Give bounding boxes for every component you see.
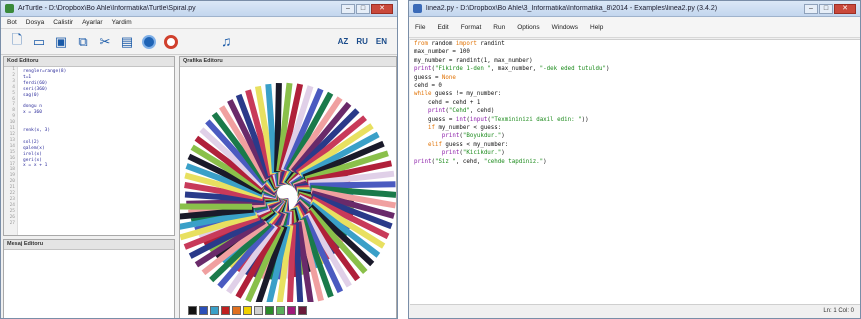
maximize-button[interactable]: □	[819, 3, 833, 14]
menu-item-edit[interactable]: Edit	[437, 24, 448, 31]
code-line: guess = None	[414, 74, 456, 81]
palette-swatch[interactable]	[199, 306, 208, 315]
title-bar: ArTurtle - D:\Dropbox\Bo Ahle\Informatik…	[1, 1, 397, 17]
code-line: cehd = 0	[414, 83, 442, 90]
code-line: my_number = randint(1, max_number)	[414, 57, 533, 64]
toolbar: 🗋 ▭ ▣ ⧉ ✂ ▤ AZ RU EN	[1, 29, 397, 55]
code-line: from random import randint	[414, 41, 505, 47]
python-icon	[413, 4, 422, 13]
title-bar: linea2.py - D:\Dropbox\Bo Ahle\3_Informa…	[409, 1, 860, 17]
lang-ru[interactable]: RU	[356, 37, 368, 46]
menu-bar: File Edit Format Run Options Windows Hel…	[409, 17, 860, 38]
palette-swatch[interactable]	[265, 306, 274, 315]
palette-swatch[interactable]	[287, 306, 296, 315]
color-palette	[188, 306, 307, 315]
menu-item-windows[interactable]: Windows	[552, 24, 578, 31]
menu-item-file[interactable]: File	[415, 24, 425, 31]
app-icon	[5, 4, 14, 13]
palette-swatch[interactable]	[298, 306, 307, 315]
line-number-gutter: 1 2 3 4 5 6 7 8 9 10 11 12 13 14 15 16 17 18 19 20 21 22 23 24 2…	[4, 67, 18, 235]
lang-az[interactable]: AZ	[338, 37, 349, 46]
menu-bar: Bot Dosya Calistir Ayarlar Yardim	[1, 17, 397, 29]
menu-item-bot[interactable]: Bot	[7, 19, 17, 26]
minimize-button[interactable]: –	[804, 3, 818, 14]
drawing-pane-title: Qrafika Editoru	[180, 57, 396, 67]
language-switcher: AZ RU EN	[338, 37, 397, 46]
run-icon[interactable]	[139, 32, 159, 52]
code-line: guess = int(input("Texmininizi daxil edi…	[414, 116, 589, 123]
menu-item-run[interactable]: Calistir	[53, 19, 73, 26]
palette-swatch[interactable]	[221, 306, 230, 315]
turtle-editor-window: ArTurtle - D:\Dropbox\Bo Ahle\Informatik…	[0, 0, 398, 319]
code-line: while guess != my_number:	[414, 91, 502, 98]
menu-item-settings[interactable]: Ayarlar	[82, 19, 102, 26]
close-button[interactable]: ✕	[371, 3, 393, 14]
code-line: sag(0)	[23, 92, 40, 98]
palette-swatch[interactable]	[276, 306, 285, 315]
status-bar: Ln: 1 Col: 0	[410, 304, 860, 318]
line-number: 27	[9, 220, 15, 226]
window-title: ArTurtle - D:\Dropbox\Bo Ahle\Informatik…	[18, 5, 196, 12]
code-line: max_number = 100	[414, 49, 470, 56]
lang-en[interactable]: EN	[376, 37, 387, 46]
menu-item-help[interactable]: Yardim	[112, 19, 132, 26]
close-button[interactable]: ✕	[834, 3, 856, 14]
turtle-spiral-drawing	[180, 82, 396, 302]
drawing-canvas-pane: Qrafika Editoru	[179, 56, 397, 318]
minimize-button[interactable]: –	[341, 3, 355, 14]
paste-icon[interactable]: ▤	[117, 32, 137, 52]
code-line: print("Kicikdur.")	[441, 150, 505, 157]
palette-swatch[interactable]	[254, 306, 263, 315]
palette-swatch[interactable]	[232, 306, 241, 315]
stop-icon[interactable]	[161, 32, 181, 52]
idle-editor-window: linea2.py - D:\Dropbox\Bo Ahle\3_Informa…	[408, 0, 861, 319]
code-line: x = 360	[23, 110, 42, 116]
menu-item-run[interactable]: Run	[493, 24, 505, 31]
open-folder-icon[interactable]: ▭	[29, 32, 49, 52]
code-line: print("Fikirde 1-den ", max_number, "-de…	[414, 66, 610, 73]
message-pane-title: Mesaj Editoru	[4, 240, 174, 250]
menu-item-format[interactable]: Format	[461, 24, 482, 31]
new-file-icon[interactable]: 🗋	[7, 32, 27, 52]
spiral-stroke	[309, 181, 396, 189]
palette-swatch[interactable]	[188, 306, 197, 315]
code-line: renk(x, 3)	[23, 128, 51, 133]
menu-item-file[interactable]: Dosya	[26, 19, 44, 26]
palette-swatch[interactable]	[210, 306, 219, 315]
maximize-button[interactable]: □	[356, 3, 370, 14]
menu-item-help[interactable]: Help	[590, 24, 603, 31]
code-pane-title: Kod Editoru	[4, 57, 174, 67]
palette-swatch[interactable]	[243, 306, 252, 315]
save-icon[interactable]: ▣	[51, 32, 71, 52]
code-editor-pane[interactable]: Kod Editoru 1 2 3 4 5 6 7 8 9 10 11 12 13 14 15 16 17 18 1…	[3, 56, 175, 236]
code-line: print("Cehd", cehd)	[427, 108, 495, 115]
message-pane: Mesaj Editoru	[3, 239, 175, 318]
code-editor[interactable]: from random import randint max_number = 1…	[410, 39, 860, 304]
code-line: print("Siz ", cehd, "cehde tapdiniz.")	[414, 158, 547, 165]
code-line: cehd = cehd + 1	[414, 99, 481, 106]
window-title: linea2.py - D:\Dropbox\Bo Ahle\3_Informa…	[426, 5, 718, 12]
code-line: x = x + 1	[23, 163, 48, 169]
code-line: print("Boyukdur.")	[441, 133, 505, 140]
cursor-position: Ln: 1 Col: 0	[823, 308, 854, 314]
menu-item-options[interactable]: Options	[517, 24, 539, 31]
cut-icon[interactable]: ✂	[95, 32, 115, 52]
code-line: if my_number < guess:	[427, 125, 502, 132]
code-line: elif guess < my_number:	[427, 141, 509, 148]
copy-icon[interactable]: ⧉	[73, 32, 93, 52]
music-note-icon[interactable]: ♫	[221, 33, 232, 49]
